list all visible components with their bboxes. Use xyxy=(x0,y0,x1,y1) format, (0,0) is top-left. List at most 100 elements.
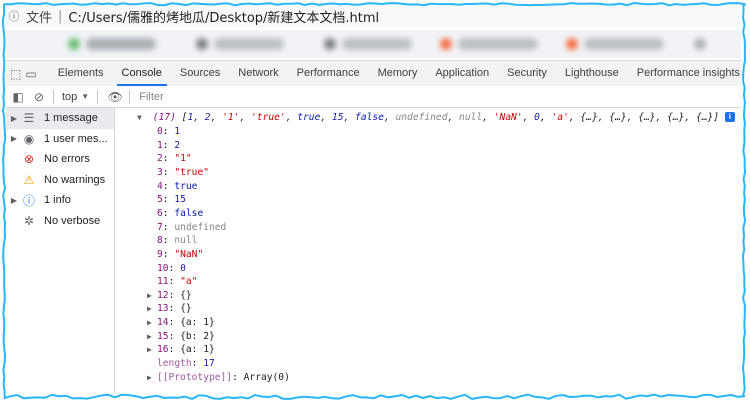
tab-elements[interactable]: Elements xyxy=(49,61,113,86)
expand-arrow-icon[interactable]: ▶ xyxy=(147,302,157,316)
screenshot-frame: ⓘ 文件 | C:/Users/儒雅的烤地瓜/Desktop/新建文本文档.ht… xyxy=(0,0,750,403)
expand-arrow-icon[interactable]: ▶ xyxy=(147,330,157,344)
sidebar-toggle-icon[interactable]: ◧ xyxy=(9,90,27,104)
collapse-arrow-icon[interactable]: ▼ xyxy=(137,111,147,125)
sidebar-item-label: No verbose xyxy=(44,214,101,227)
inspect-element-icon[interactable]: ⬚ xyxy=(10,66,21,82)
array-entry: 7: undefined xyxy=(157,221,226,235)
tab-performance-insights[interactable]: Performance insights xyxy=(628,61,741,86)
entry-value: 1 xyxy=(174,126,181,137)
expand-arrow-icon[interactable]: ▶ xyxy=(147,371,157,385)
bookmark-label-blurred xyxy=(86,38,156,50)
sidebar-item-label: 1 message xyxy=(44,112,98,125)
bookmark-icon xyxy=(324,38,336,50)
entry-value: "true" xyxy=(174,166,209,178)
bookmark-label-blurred xyxy=(342,38,412,50)
expand-arrow-icon[interactable]: ▶ xyxy=(8,134,20,143)
filter-input[interactable]: Filter xyxy=(139,91,163,103)
array-entry: length: 17 xyxy=(157,357,215,371)
context-label: top xyxy=(62,90,78,103)
sidebar-item-info[interactable]: ▶ ⓘ 1 info xyxy=(6,190,114,211)
entry-key: [[Prototype]] xyxy=(157,371,233,383)
array-entry[interactable]: ▶ [[Prototype]]: Array(0) xyxy=(147,371,290,385)
array-entry[interactable]: ▶ 12: {} xyxy=(147,289,192,303)
sidebar-item-verbose[interactable]: ✲ No verbose xyxy=(6,211,114,232)
user-icon: ◉ xyxy=(23,131,35,146)
preview-separator: , xyxy=(482,112,494,123)
entry-value: {a: 1} xyxy=(180,317,215,329)
warning-icon: ⚠ xyxy=(23,172,35,187)
expand-arrow-icon[interactable]: ▶ xyxy=(8,114,20,123)
array-summary[interactable]: ▼ (17) [1, 2, '1', 'true', true, 15, fal… xyxy=(137,111,735,125)
entry-colon: : xyxy=(232,371,244,383)
entry-colon: : xyxy=(162,194,175,206)
preview-separator: , xyxy=(343,112,356,123)
preview-separator: , xyxy=(239,112,252,123)
expand-arrow-icon[interactable]: ▶ xyxy=(147,289,157,303)
array-entry: 0: 1 xyxy=(157,125,180,139)
entry-value: undefined xyxy=(174,221,227,233)
tab-application[interactable]: Application xyxy=(426,61,498,86)
address-separator: | xyxy=(58,8,63,24)
address-bar[interactable]: ⓘ 文件 | C:/Users/儒雅的烤地瓜/Desktop/新建文本文档.ht… xyxy=(6,5,741,27)
preview-value: null xyxy=(459,112,483,123)
clear-console-icon[interactable]: ⊘ xyxy=(30,90,48,104)
bookmark-icon xyxy=(68,38,80,50)
sidebar-item-label: No warnings xyxy=(44,173,106,186)
tab-console[interactable]: Console xyxy=(113,61,171,86)
entry-colon: : xyxy=(162,166,175,178)
context-selector[interactable]: top ▼ xyxy=(59,91,92,103)
preview-separator: , xyxy=(210,112,223,123)
preview-value: 'true' xyxy=(251,112,286,123)
entry-value: {} xyxy=(180,303,192,315)
bookmark-label-blurred xyxy=(584,38,664,50)
preview-value: {…} xyxy=(580,112,598,123)
sidebar-item-errors[interactable]: ⊗ No errors xyxy=(6,149,114,170)
entry-value: Array(0) xyxy=(243,371,290,383)
tab-network[interactable]: Network xyxy=(229,61,287,86)
preview-value: undefined xyxy=(395,112,448,123)
preview-separator: , xyxy=(193,112,205,123)
info-icon[interactable]: ⓘ xyxy=(6,8,22,24)
expand-arrow-icon[interactable]: ▶ xyxy=(147,316,157,330)
preview-separator: , xyxy=(684,112,696,123)
device-toolbar-icon[interactable]: ▭ xyxy=(25,66,36,82)
eye-icon[interactable]: 👁 xyxy=(106,90,124,104)
array-entry: 9: "NaN" xyxy=(157,248,203,262)
preview-separator: , xyxy=(320,112,332,123)
expand-arrow-icon[interactable]: ▶ xyxy=(8,196,20,205)
entry-key: 11 xyxy=(157,276,169,288)
array-entry: 4: true xyxy=(157,180,197,194)
tab-memory[interactable]: Memory xyxy=(369,61,427,86)
array-entry: 10: 0 xyxy=(157,262,186,276)
value-info-badge[interactable]: i xyxy=(724,112,735,122)
devtools-tab-bar: ⬚ ▭ Elements Console Sources Network Per… xyxy=(6,60,741,87)
array-entry[interactable]: ▶ 16: {a: 1} xyxy=(147,343,215,357)
toolbar-divider xyxy=(53,89,54,104)
array-entry[interactable]: ▶ 15: {b: 2} xyxy=(147,330,215,344)
entry-colon: : xyxy=(162,139,175,151)
tab-lighthouse[interactable]: Lighthouse xyxy=(556,61,628,86)
array-preview: 1, 2, '1', 'true', true, 15, false, unde… xyxy=(187,112,713,123)
sidebar-item-user-messages[interactable]: ▶ ◉ 1 user mes... xyxy=(6,129,114,150)
array-entry: 5: 15 xyxy=(157,193,186,207)
expand-arrow-icon[interactable]: ▶ xyxy=(147,343,157,357)
sidebar-item-messages[interactable]: ▶ ☰ 1 message xyxy=(6,108,114,129)
bookmark-label-blurred xyxy=(458,38,538,50)
array-entry: 3: "true" xyxy=(157,166,209,180)
array-entry[interactable]: ▶ 13: {} xyxy=(147,302,192,316)
tab-sources[interactable]: Sources xyxy=(171,61,229,86)
chevron-down-icon: ▼ xyxy=(81,92,90,101)
entry-value: {} xyxy=(180,289,192,301)
array-entry[interactable]: ▶ 14: {a: 1} xyxy=(147,316,215,330)
entry-key: 15 xyxy=(157,330,169,342)
entry-key: 16 xyxy=(157,344,169,356)
url-text[interactable]: C:/Users/儒雅的烤地瓜/Desktop/新建文本文档.html xyxy=(68,7,379,26)
toolbar-divider xyxy=(129,89,131,104)
tab-security[interactable]: Security xyxy=(498,61,556,86)
preview-separator: , xyxy=(447,112,460,123)
sidebar-item-warnings[interactable]: ⚠ No warnings xyxy=(6,170,114,191)
tab-performance[interactable]: Performance xyxy=(288,61,369,86)
sidebar-item-label: 1 user mes... xyxy=(44,132,108,145)
entry-value: 0 xyxy=(180,262,186,274)
